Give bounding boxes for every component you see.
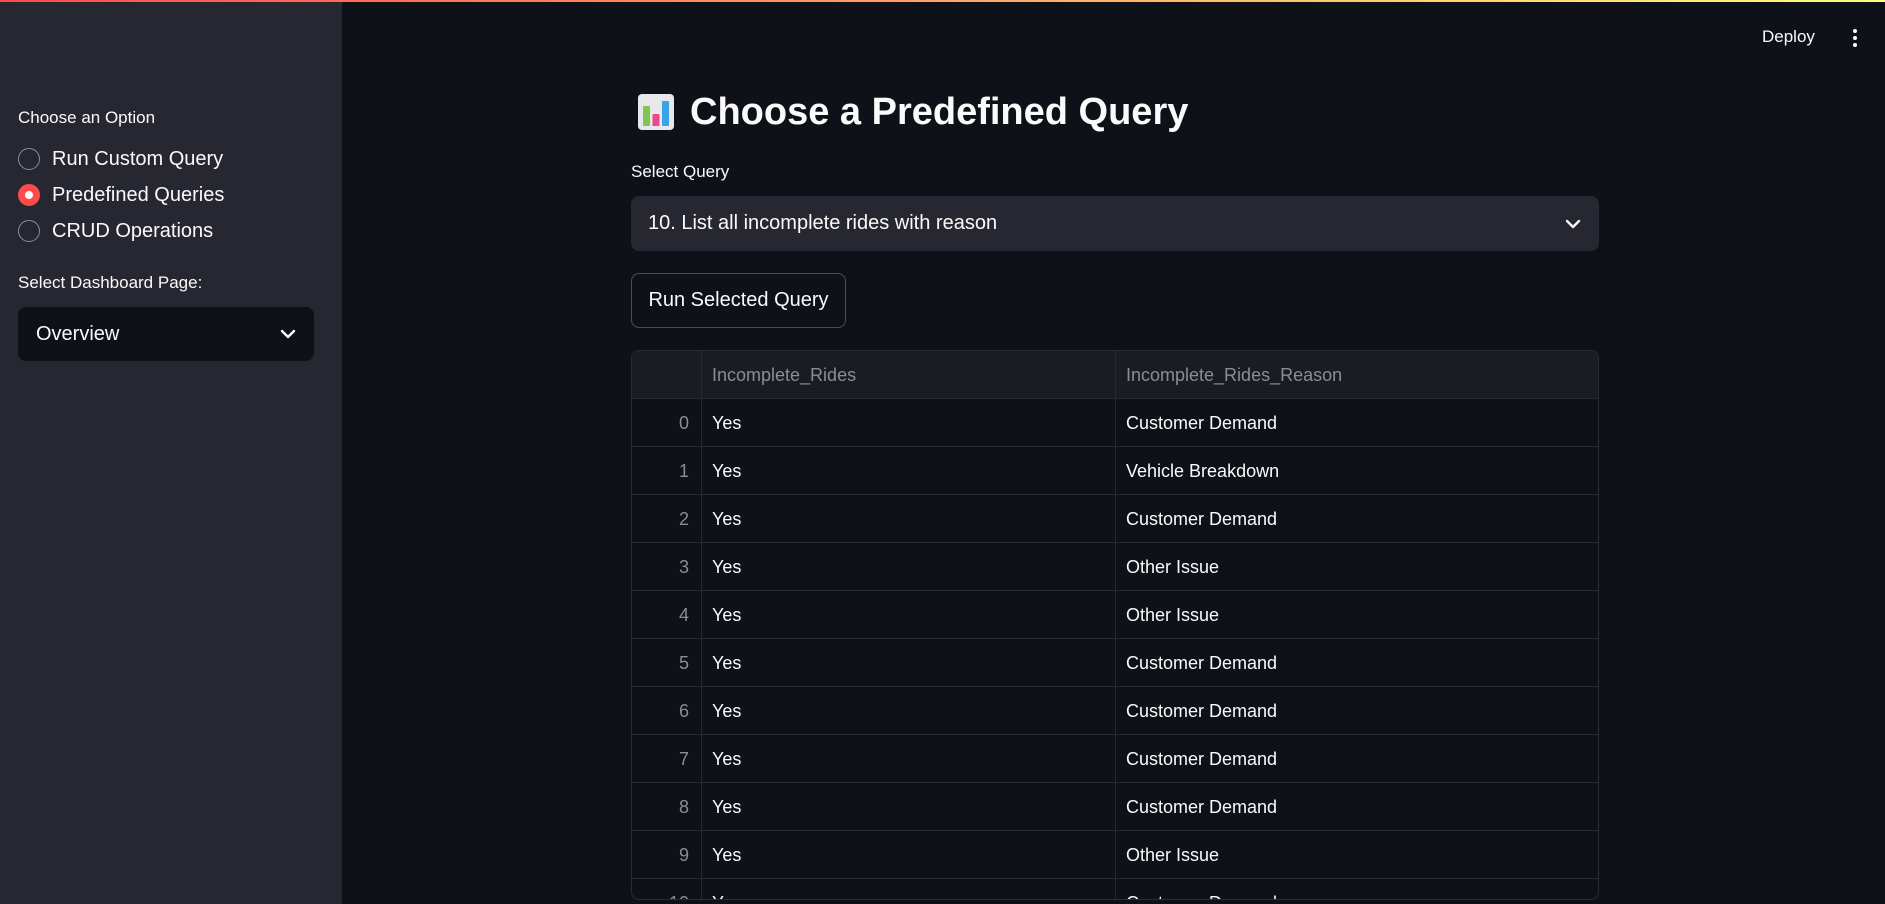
index-header [632, 351, 702, 399]
row-index-cell: 2 [632, 495, 702, 543]
table-row: 7 Yes Customer Demand [632, 735, 1598, 783]
incomplete-rides-reason-cell[interactable]: Other Issue [1116, 831, 1598, 879]
row-index-cell: 5 [632, 639, 702, 687]
incomplete-rides-cell[interactable]: Yes [702, 639, 1116, 687]
table-row: 4 Yes Other Issue [632, 591, 1598, 639]
radio-label: Predefined Queries [52, 183, 225, 206]
incomplete-rides-cell[interactable]: Yes [702, 591, 1116, 639]
table-row: 3 Yes Other Issue [632, 543, 1598, 591]
table-row: 0 Yes Customer Demand [632, 399, 1598, 447]
row-index-cell: 1 [632, 447, 702, 495]
incomplete-rides-reason-cell[interactable]: Customer Demand [1116, 687, 1598, 735]
column-header-incomplete-rides-reason[interactable]: Incomplete_Rides_Reason [1116, 351, 1598, 399]
incomplete-rides-reason-cell[interactable]: Other Issue [1116, 543, 1598, 591]
top-decoration-bar [0, 0, 1885, 2]
incomplete-rides-reason-cell[interactable]: Vehicle Breakdown [1116, 447, 1598, 495]
incomplete-rides-reason-cell[interactable]: Customer Demand [1116, 495, 1598, 543]
bar-chart-icon [638, 94, 674, 130]
incomplete-rides-reason-cell[interactable]: Customer Demand [1116, 735, 1598, 783]
table-row: 10YesCustomer Demand [632, 879, 1598, 900]
incomplete-rides-cell[interactable]: Yes [702, 687, 1116, 735]
row-index-cell: 8 [632, 783, 702, 831]
radio-label: Run Custom Query [52, 147, 224, 170]
incomplete-rides-cell[interactable]: Yes [702, 735, 1116, 783]
row-index-cell: 4 [632, 591, 702, 639]
page-title: Choose a Predefined Query [690, 90, 1189, 133]
radio-crud-operations[interactable]: CRUD Operations [18, 218, 213, 244]
radio-button-icon [18, 148, 40, 170]
radio-button-icon [18, 220, 40, 242]
column-header-incomplete-rides[interactable]: Incomplete_Rides [702, 351, 1116, 399]
dashboard-page-label: Select Dashboard Page: [18, 273, 203, 292]
incomplete-rides-cell[interactable]: Yes [702, 447, 1116, 495]
chevron-down-icon [1565, 219, 1581, 229]
row-index-cell: 9 [632, 831, 702, 879]
kebab-menu-icon[interactable] [1848, 26, 1862, 50]
incomplete-rides-cell[interactable]: Yes [702, 495, 1116, 543]
page-heading: Choose a Predefined Query [636, 88, 1188, 136]
incomplete-rides-reason-cell[interactable]: Customer Demand [1116, 783, 1598, 831]
row-index-cell: 0 [632, 399, 702, 447]
table-row: 5 Yes Customer Demand [632, 639, 1598, 687]
table-row: 1 Yes Vehicle Breakdown [632, 447, 1598, 495]
query-select-value: 10. List all incomplete rides with reaso… [648, 212, 998, 234]
row-index-cell: 6 [632, 687, 702, 735]
table-row: 9 Yes Other Issue [632, 831, 1598, 879]
dashboard-page-select[interactable]: Overview [18, 307, 314, 361]
incomplete-rides-cell[interactable]: Yes [702, 783, 1116, 831]
results-table[interactable]: Incomplete_Rides Incomplete_Rides_Reason… [631, 350, 1599, 900]
incomplete-rides-reason-cell[interactable]: Customer Demand [1116, 639, 1598, 687]
run-selected-query-button[interactable]: Run Selected Query [631, 273, 846, 328]
incomplete-rides-reason-cell[interactable]: Customer Demand [1116, 879, 1598, 900]
table-header-row: Incomplete_Rides Incomplete_Rides_Reason [632, 351, 1598, 399]
row-index-cell: 3 [632, 543, 702, 591]
incomplete-rides-reason-cell[interactable]: Other Issue [1116, 591, 1598, 639]
incomplete-rides-cell[interactable]: Yes [702, 879, 1116, 899]
incomplete-rides-reason-cell[interactable]: Customer Demand [1116, 399, 1598, 447]
radio-label: CRUD Operations [52, 219, 214, 242]
option-group-label: Choose an Option [18, 108, 156, 127]
radio-run-custom-query[interactable]: Run Custom Query [18, 146, 223, 172]
row-index-cell: 7 [632, 735, 702, 783]
incomplete-rides-cell[interactable]: Yes [702, 399, 1116, 447]
incomplete-rides-cell[interactable]: Yes [702, 543, 1116, 591]
radio-button-checked-icon [18, 184, 40, 206]
dashboard-page-value: Overview [36, 322, 120, 345]
radio-predefined-queries[interactable]: Predefined Queries [18, 182, 224, 208]
table-row: 6 Yes Customer Demand [632, 687, 1598, 735]
row-index-cell: 10 [632, 879, 702, 899]
table-row: 8 Yes Customer Demand [632, 783, 1598, 831]
select-query-label: Select Query [631, 162, 730, 181]
sidebar: Choose an Option Run Custom Query Predef… [0, 0, 342, 904]
query-select[interactable]: 10. List all incomplete rides with reaso… [631, 196, 1599, 251]
chevron-down-icon [280, 329, 296, 339]
deploy-button[interactable]: Deploy [1762, 27, 1815, 47]
incomplete-rides-cell[interactable]: Yes [702, 831, 1116, 879]
table-row: 2 Yes Customer Demand [632, 495, 1598, 543]
